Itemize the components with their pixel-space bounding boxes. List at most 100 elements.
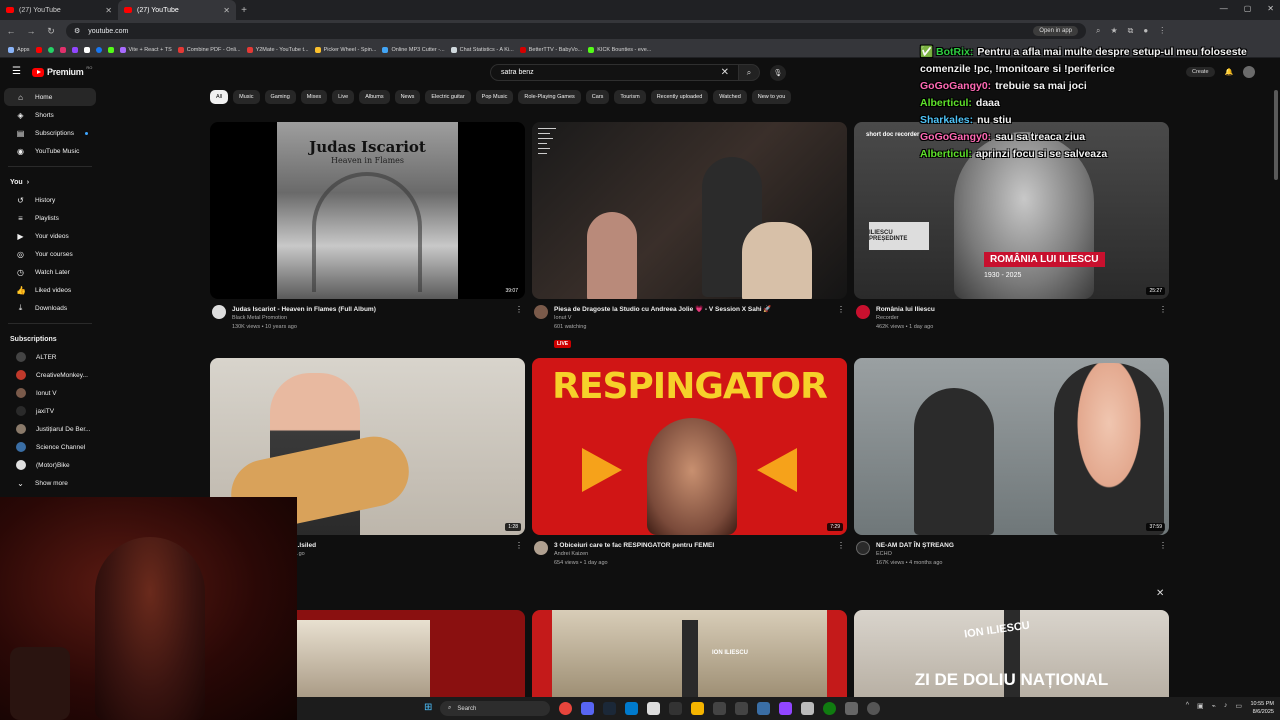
chip-recently-uploaded[interactable]: Recently uploaded bbox=[650, 90, 709, 104]
terminal-icon[interactable] bbox=[669, 702, 682, 715]
more-options-icon[interactable]: ⋮ bbox=[515, 305, 523, 314]
sidebar-item-subscriptions[interactable]: ▤ Subscriptions bbox=[4, 124, 96, 142]
video-thumbnail[interactable]: 37:59 bbox=[854, 358, 1169, 535]
video-thumbnail[interactable]: ION ILIESCU bbox=[532, 610, 847, 697]
channel-name[interactable]: Andrei Kaizen bbox=[554, 550, 847, 559]
video-thumbnail[interactable]: ▬▬▬▬▬▬ ▬▬▬▬ ▬▬▬▬▬ ▬▬▬ ▬▬▬▬ ▬▬▬ bbox=[532, 122, 847, 299]
search-input[interactable]: satra benz ✕ bbox=[490, 64, 740, 81]
sidebar-item-youtube-music[interactable]: ◉ YouTube Music bbox=[4, 142, 96, 160]
youtube-logo[interactable]: Premium RO bbox=[32, 65, 92, 77]
chip-cars[interactable]: Cars bbox=[585, 90, 610, 104]
facebook-bookmark-icon[interactable] bbox=[95, 46, 102, 53]
instagram-bookmark-icon[interactable] bbox=[59, 46, 66, 53]
profile-icon[interactable]: ● bbox=[1143, 26, 1148, 36]
extensions-icon[interactable]: ⧉ bbox=[1128, 26, 1134, 36]
zoom-icon[interactable]: ⌕ bbox=[1096, 26, 1100, 36]
app-icon[interactable] bbox=[647, 702, 660, 715]
sidebar-item-playlists[interactable]: ≡ Playlists bbox=[4, 209, 96, 227]
browser-menu-icon[interactable]: ⋮ bbox=[1158, 26, 1166, 36]
sidebar-item-subscription[interactable]: ALTER bbox=[4, 348, 96, 366]
new-tab-icon[interactable]: + bbox=[236, 5, 252, 16]
twitch-bookmark-icon[interactable] bbox=[71, 46, 78, 53]
video-card[interactable]: RESPINGATOR 7:29 3 Obiceiuri care te fac… bbox=[532, 358, 847, 568]
chip-new-to-you[interactable]: New to you bbox=[751, 90, 792, 104]
close-shelf-icon[interactable]: ✕ bbox=[1156, 588, 1164, 599]
bookmark-chat-statistics[interactable]: Chat Statistics - A Ki... bbox=[450, 46, 514, 53]
close-tab-icon[interactable]: ✕ bbox=[223, 6, 230, 15]
app-icon[interactable] bbox=[801, 702, 814, 715]
taskbar-clock[interactable]: 10:55 PM 8/6/2025 bbox=[1250, 700, 1274, 716]
bookmark-mp3-cutter[interactable]: Online MP3 Cutter -... bbox=[382, 46, 445, 53]
video-title[interactable]: România lui Iliescu bbox=[876, 305, 1169, 314]
sidebar-item-subscription[interactable]: Science Channel bbox=[4, 438, 96, 456]
windows-start-icon[interactable]: ⊞ bbox=[424, 702, 432, 713]
channel-avatar[interactable] bbox=[212, 305, 226, 319]
chip-tourism[interactable]: Tourism bbox=[614, 90, 646, 104]
sidebar-item-history[interactable]: ↺ History bbox=[4, 191, 96, 209]
chrome-icon[interactable] bbox=[559, 702, 572, 715]
more-options-icon[interactable]: ⋮ bbox=[837, 541, 845, 550]
more-options-icon[interactable]: ⋮ bbox=[1159, 305, 1167, 314]
more-options-icon[interactable]: ⋮ bbox=[1159, 541, 1167, 550]
video-card[interactable]: ▬▬▬▬▬▬ ▬▬▬▬ ▬▬▬▬▬ ▬▬▬ ▬▬▬▬ ▬▬▬ Piesa de Drago… bbox=[532, 122, 847, 350]
file-explorer-icon[interactable] bbox=[691, 702, 704, 715]
battery-icon[interactable]: ▭ bbox=[1235, 702, 1242, 710]
vscode-icon[interactable] bbox=[625, 702, 638, 715]
sidebar-item-liked-videos[interactable]: 👍 Liked videos bbox=[4, 281, 96, 299]
sidebar-item-watch-later[interactable]: ◷ Watch Later bbox=[4, 263, 96, 281]
app-icon[interactable] bbox=[735, 702, 748, 715]
bookmark-combine-pdf[interactable]: Combine PDF - Onli... bbox=[177, 46, 241, 53]
xbox-icon[interactable] bbox=[823, 702, 836, 715]
app-icon[interactable] bbox=[757, 702, 770, 715]
search-button[interactable]: ⌕ bbox=[738, 64, 760, 81]
channel-name[interactable]: Recorder bbox=[876, 314, 1169, 323]
video-thumbnail[interactable]: ION ILIESCU ZI DE DOLIU NAȚIONAL bbox=[854, 610, 1169, 697]
video-title[interactable]: NE-AM DAT ÎN ȘTREANG bbox=[876, 541, 1169, 550]
steam-icon[interactable] bbox=[603, 702, 616, 715]
chip-watched[interactable]: Watched bbox=[713, 90, 747, 104]
chip-news[interactable]: News bbox=[394, 90, 421, 104]
open-in-app-button[interactable]: Open in app bbox=[1033, 26, 1078, 36]
chip-music[interactable]: Music bbox=[233, 90, 260, 104]
site-info-icon[interactable]: ⚙ bbox=[74, 27, 80, 35]
whatsapp-bookmark-icon[interactable] bbox=[47, 46, 54, 53]
forward-icon[interactable]: → bbox=[26, 26, 36, 36]
chip-live[interactable]: Live bbox=[332, 90, 355, 104]
sidebar-item-home[interactable]: ⌂ Home bbox=[4, 88, 96, 106]
video-thumbnail[interactable]: RESPINGATOR 7:29 bbox=[532, 358, 847, 535]
chip-mixes[interactable]: Mixes bbox=[300, 90, 328, 104]
browser-tab-2[interactable]: (27) YouTube ✕ bbox=[118, 0, 236, 20]
video-card[interactable]: ION ILIESCU bbox=[532, 610, 847, 697]
chip-electric-guitar[interactable]: Electric guitar bbox=[425, 90, 471, 104]
channel-avatar[interactable] bbox=[534, 305, 548, 319]
bookmark-picker-wheel[interactable]: Picker Wheel - Spin... bbox=[314, 46, 376, 53]
chip-albums[interactable]: Albums bbox=[359, 90, 390, 104]
app-icon[interactable] bbox=[845, 702, 858, 715]
twitch-icon[interactable] bbox=[779, 702, 792, 715]
video-card[interactable]: Judas Iscariot Heaven in Flames 39:07 Ju… bbox=[210, 122, 525, 332]
minimize-icon[interactable]: — bbox=[1220, 4, 1228, 13]
video-title[interactable]: 3 Obiceiuri care te fac RESPINGATOR pent… bbox=[554, 541, 847, 550]
app-icon[interactable] bbox=[713, 702, 726, 715]
clear-search-icon[interactable]: ✕ bbox=[721, 67, 729, 78]
close-window-icon[interactable]: ✕ bbox=[1267, 4, 1274, 13]
video-title[interactable]: Piesa de Dragoste la Studio cu Andreea J… bbox=[554, 305, 847, 314]
url-field[interactable]: ⚙ youtube.com Open in app bbox=[66, 23, 1086, 39]
sidebar-item-subscription[interactable]: Justițiarul De Ber... bbox=[4, 420, 96, 438]
chip-gaming[interactable]: Gaming bbox=[264, 90, 296, 104]
app-tray-icon[interactable]: ▣ bbox=[1197, 702, 1204, 710]
video-thumbnail[interactable]: Judas Iscariot Heaven in Flames 39:07 bbox=[210, 122, 525, 299]
x-bookmark-icon[interactable] bbox=[83, 46, 90, 53]
voice-search-button[interactable]: 🎙 bbox=[770, 65, 786, 81]
chip-rpg[interactable]: Role-Playing Games bbox=[518, 90, 581, 104]
sidebar-you-heading[interactable]: You › bbox=[0, 173, 100, 191]
sidebar-item-subscription[interactable]: (Motor)Bike bbox=[4, 456, 96, 474]
more-options-icon[interactable]: ⋮ bbox=[837, 305, 845, 314]
browser-tab-1[interactable]: (27) YouTube ✕ bbox=[0, 0, 118, 20]
reload-icon[interactable]: ↻ bbox=[46, 26, 56, 37]
chip-pop-music[interactable]: Pop Music bbox=[475, 90, 514, 104]
bookmark-apps[interactable]: Apps bbox=[8, 46, 30, 53]
video-card[interactable]: 37:59 NE-AM DAT ÎN ȘTREANG ECHO 167K vie… bbox=[854, 358, 1169, 568]
kick-bookmark-icon[interactable] bbox=[107, 46, 114, 53]
channel-avatar[interactable] bbox=[856, 541, 870, 555]
